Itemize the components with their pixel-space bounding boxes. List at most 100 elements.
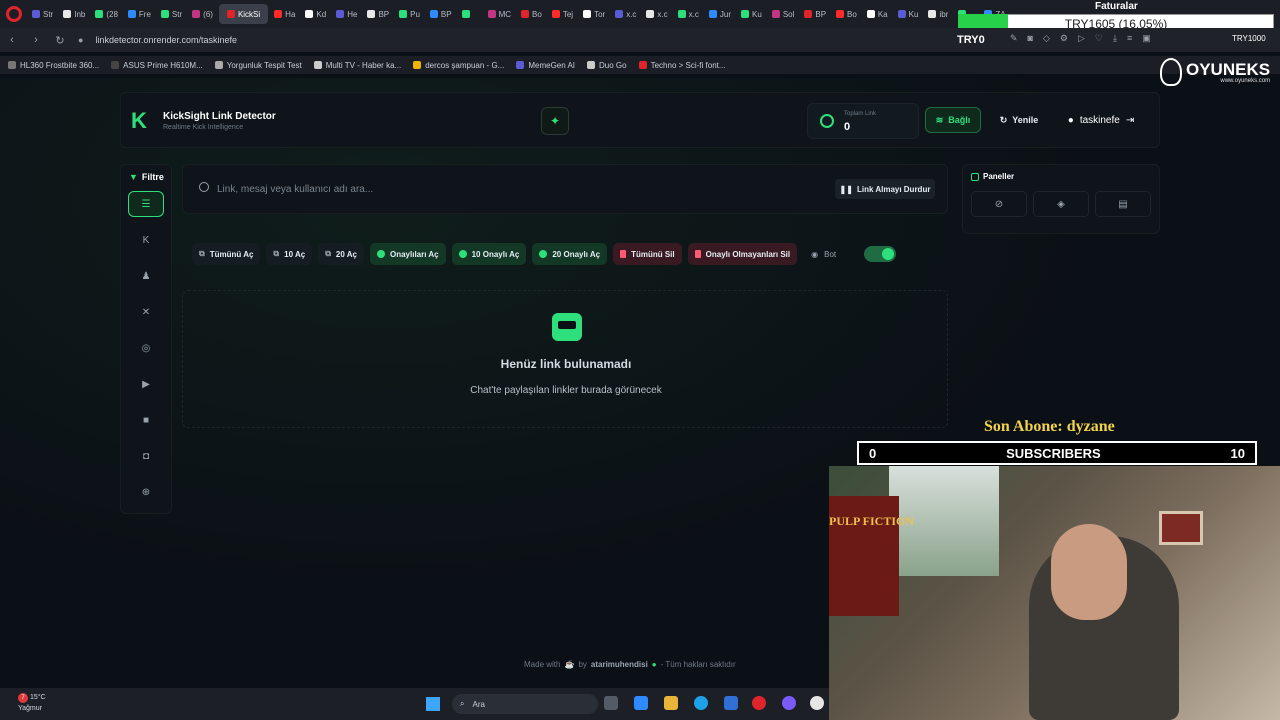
download-icon[interactable]: ⤓ [1113, 33, 1117, 44]
panels-title-label: Paneller [983, 172, 1015, 181]
action-button[interactable]: Onaylıları Aç [369, 243, 446, 265]
wallet-icon[interactable]: ▣ [1142, 33, 1151, 44]
browser-tab[interactable]: He [332, 4, 361, 24]
browser-tab[interactable]: Str [28, 4, 57, 24]
bookmark-item[interactable]: ASUS Prime H610M... [111, 61, 203, 70]
bookmark-item[interactable]: Techno > Sci-fi font... [638, 61, 726, 70]
filter-youtube-button[interactable]: ▶ [128, 371, 164, 397]
weather-widget[interactable]: 7 15°C Yağmur [18, 692, 46, 714]
browser-tab[interactable]: Sol [768, 4, 799, 24]
filter-instagram-button[interactable]: ◎ [128, 335, 164, 361]
bookmark-item[interactable]: Yorgunluk Tespit Test [214, 61, 302, 70]
store-icon[interactable] [724, 696, 738, 710]
filter-web-button[interactable]: ⊕ [128, 479, 164, 505]
action-button[interactable]: ⧉ Tümünü Aç [192, 243, 261, 265]
edit-icon[interactable]: ✎ [1010, 33, 1018, 44]
browser-tab[interactable]: Tor [579, 4, 609, 24]
bookmark-item[interactable]: MemeGen AI [516, 61, 575, 70]
browser-tab[interactable]: Jur [705, 4, 735, 24]
opera-logo-icon[interactable] [6, 6, 22, 22]
browser-tab[interactable]: Fre [124, 4, 155, 24]
browser-tab[interactable]: BP [800, 4, 830, 24]
bookmark-item[interactable]: dercos şampuan - G... [413, 61, 504, 70]
browser-tab[interactable]: Str [157, 4, 186, 24]
bookmark-item[interactable]: Duo Go [587, 61, 627, 70]
filter-camera-button[interactable]: ◘ [128, 443, 164, 469]
tab-favicon-icon [226, 10, 235, 18]
search-input[interactable] [217, 177, 817, 201]
filter-x-button[interactable]: ✕ [128, 299, 164, 325]
settings-icon[interactable]: ⚙ [1060, 33, 1068, 44]
browser-tab[interactable]: x.c [611, 4, 640, 24]
action-button[interactable]: Onaylı Olmayanları Sil [687, 243, 798, 265]
opera-taskbar-icon[interactable] [752, 696, 766, 710]
connection-status-button[interactable]: ≋ Bağlı [925, 107, 981, 133]
tab-favicon-icon [771, 10, 780, 18]
action-button[interactable]: ⧉ 20 Aç [318, 243, 364, 265]
bot-toggle[interactable] [864, 246, 897, 262]
browser-tab[interactable]: Bo [832, 4, 861, 24]
tab-favicon-icon [336, 10, 345, 18]
footer-by: by [578, 660, 587, 669]
browser-tab[interactable]: Ka [863, 4, 892, 24]
browser-tab[interactable]: BP [426, 4, 456, 24]
back-icon[interactable]: ‹ [6, 34, 18, 46]
shield-panel-button[interactable]: ◈ [1033, 191, 1089, 217]
play-icon[interactable]: ▷ [1078, 33, 1085, 44]
refresh-button[interactable]: ↻ Yenile [991, 107, 1047, 133]
bookmark-item[interactable]: HL360 Frostbite 360... [8, 61, 99, 70]
browser-tab[interactable]: Ku [894, 4, 923, 24]
browser-tab[interactable]: Ku [737, 4, 766, 24]
edge-icon[interactable] [694, 696, 708, 710]
url-field[interactable]: linkdetector.onrender.com/taskinefe [95, 35, 237, 45]
obs-icon[interactable] [810, 696, 824, 710]
archive-panel-button[interactable]: ▤ [1095, 191, 1151, 217]
bookmark-label: dercos şampuan - G... [425, 60, 505, 70]
filter-kick-button[interactable]: K [128, 227, 164, 253]
browser-tab[interactable]: Inb [59, 4, 89, 24]
action-button[interactable]: ⧉ 10 Aç [266, 243, 313, 265]
action-button[interactable]: 10 Onaylı Aç [451, 243, 527, 265]
filter-video-button[interactable]: ■ [128, 407, 164, 433]
site-info-icon[interactable]: ● [78, 35, 83, 45]
browser-tab[interactable]: BP [363, 4, 393, 24]
camera-icon[interactable]: ◙ [1028, 33, 1033, 44]
browser-tab[interactable]: (6) [188, 4, 217, 24]
heart-icon[interactable]: ♡ [1095, 33, 1103, 44]
pause-link-collection-button[interactable]: ❚❚ Link Almayı Durdur [835, 179, 935, 199]
menu-icon[interactable]: ≡ [1127, 33, 1132, 44]
footer-author[interactable]: atarimuhendisi [591, 660, 648, 669]
blocked-panel-button[interactable]: ⊘ [971, 191, 1027, 217]
browser-tab[interactable]: Ha [270, 4, 299, 24]
user-menu-button[interactable]: ● taskinefe ⇥ [1055, 107, 1147, 133]
copilot-icon[interactable] [634, 696, 648, 710]
browser-tab[interactable]: Pu [395, 4, 424, 24]
task-view-icon[interactable] [604, 696, 618, 710]
browser-tab[interactable]: x.c [642, 4, 671, 24]
file-explorer-icon[interactable] [664, 696, 678, 710]
browser-tab[interactable]: ibr [924, 4, 952, 24]
browser-tab[interactable]: x.c [674, 4, 703, 24]
reload-icon[interactable]: ↻ [54, 34, 66, 47]
shield-icon[interactable]: ◇ [1043, 33, 1050, 44]
browser-tab[interactable]: MC [484, 4, 515, 24]
browser-tab[interactable] [458, 4, 482, 24]
browser-tab[interactable]: (28 [91, 4, 122, 24]
filter-users-button[interactable]: ♟ [128, 263, 164, 289]
browser-tab[interactable]: Bo [517, 4, 546, 24]
logout-icon[interactable]: ⇥ [1126, 115, 1134, 126]
tab-label: Bo [532, 9, 542, 19]
filter-all-button[interactable]: ☰ [128, 191, 164, 217]
discord-icon[interactable] [782, 696, 796, 710]
bookmark-item[interactable]: Multi TV - Haber ka... [313, 61, 401, 70]
browser-tab[interactable]: Kd [301, 4, 330, 24]
puzzle-icon[interactable]: ✦ [541, 107, 569, 135]
windows-start-icon[interactable] [426, 697, 440, 711]
browser-tab[interactable]: Tej [548, 4, 577, 24]
action-button[interactable]: 20 Onaylı Aç [532, 243, 608, 265]
forward-icon[interactable]: › [30, 34, 42, 46]
action-button[interactable]: Tümünü Sil [613, 243, 682, 265]
taskbar-search[interactable]: ⌕ Ara [452, 694, 598, 714]
user-icon: ● [1067, 114, 1074, 126]
browser-tab[interactable]: KickSi [218, 4, 269, 24]
